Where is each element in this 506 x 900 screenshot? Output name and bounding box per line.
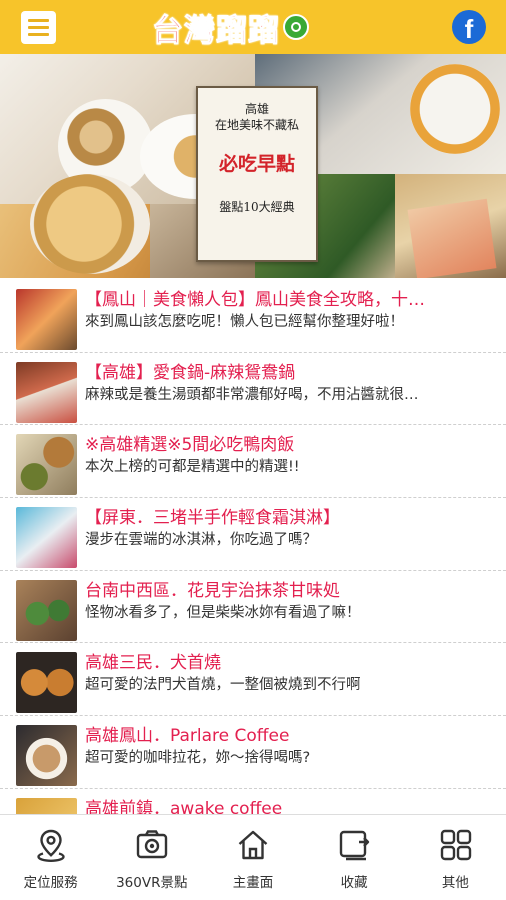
- article-thumbnail: [16, 797, 77, 814]
- article-subtitle: 漫步在雲端的冰淇淋，你吃過了嗎？: [85, 532, 317, 549]
- article-thumbnail: [16, 289, 77, 350]
- article-thumbnail: [16, 652, 77, 714]
- logo-text: 台灣蹓蹓: [152, 12, 280, 49]
- list-item[interactable]: 高雄前鎮．awake coffee: [0, 789, 506, 814]
- list-item[interactable]: 高雄三民．犬首燒超可愛的法門犬首燒，一整個被燒到不行啊: [0, 643, 506, 717]
- article-thumbnail: [16, 725, 77, 787]
- article-title: 高雄三民．犬首燒: [85, 653, 221, 674]
- article-title: 【鳳山｜美食懶人包】鳳山美食全攻略，十…: [85, 290, 425, 310]
- article-subtitle: 超可愛的咖啡拉花，妳～捨得喝嗎?: [85, 750, 311, 767]
- grid-icon: [440, 829, 471, 861]
- logo-badge-icon: [283, 14, 309, 40]
- toast-image: [407, 198, 497, 278]
- sign-line: 在地美味不藏私: [214, 118, 299, 132]
- tab-home[interactable]: 主畫面: [202, 815, 303, 900]
- sign-title: 必吃早點: [218, 153, 295, 175]
- article-title: 高雄前鎮．awake coffee: [85, 798, 283, 814]
- sign-line: 高雄: [244, 102, 269, 116]
- article-title: 【高雄】愛食鍋-麻辣鴛鴦鍋: [85, 362, 296, 383]
- tab-other[interactable]: 其他: [405, 815, 506, 900]
- list-item[interactable]: 台南中西區．花見宇治抹茶甘味処怪物冰看多了，但是柴柴冰妳有看過了嘛！: [0, 571, 506, 644]
- article-title: 台南中西區．花見宇治抹茶甘味処: [85, 580, 340, 601]
- tab-360vr[interactable]: 360VR景點: [101, 815, 202, 900]
- article-thumbnail: [16, 507, 77, 569]
- tab-favorites[interactable]: 收藏: [304, 815, 405, 900]
- app-header: 台灣蹓蹓 f: [0, 0, 506, 54]
- list-item[interactable]: 高雄鳳山．Parlare Coffee 超可愛的咖啡拉花，妳～捨得喝嗎?: [0, 716, 506, 789]
- article-thumbnail: [16, 361, 77, 423]
- hamburger-menu-icon[interactable]: [21, 11, 56, 44]
- article-thumbnail: [16, 579, 77, 641]
- facebook-icon[interactable]: f: [452, 10, 486, 44]
- article-thumbnail: [16, 434, 77, 496]
- tab-label: 收藏: [340, 875, 368, 891]
- article-title: 【屏東．三堵半手作輕食霜淇淋】: [85, 508, 340, 529]
- list-item[interactable]: ※高雄精選※5間必吃鴨肉飯本次上榜的可都是精選中的精選!!: [0, 425, 506, 499]
- article-subtitle: 怪物冰看多了，但是柴柴冰妳有看過了嘛！: [85, 604, 361, 621]
- banner-sign: 高雄 在地美味不藏私 必吃早點 盤點10大經典: [196, 86, 318, 262]
- tab-label: 360VR景點: [116, 875, 188, 891]
- bottom-tab-bar: 定位服務 360VR景點 主畫面 收藏 其他: [0, 814, 506, 900]
- camera-icon: [136, 830, 168, 859]
- location-pin-icon: [37, 829, 65, 862]
- bookmark-share-icon: [339, 830, 369, 861]
- list-item[interactable]: 【屏東．三堵半手作輕食霜淇淋】漫步在雲端的冰淇淋，你吃過了嗎？: [0, 498, 506, 571]
- dish-image: [30, 174, 150, 274]
- list-item[interactable]: 【高雄】愛食鍋-麻辣鴛鴦鍋麻辣或是養生湯頭都非常濃郁好喝，不用沾醬就很…: [0, 353, 506, 426]
- article-subtitle: 來到鳳山該怎麼吃呢！懶人包已經幫你整理好啦！: [85, 314, 404, 330]
- article-title: ※高雄精選※5間必吃鴨肉飯: [85, 435, 295, 456]
- home-icon: [239, 830, 268, 860]
- article-subtitle: 超可愛的法門犬首燒，一整個被燒到不行啊: [85, 677, 361, 694]
- dish-image: [410, 64, 500, 154]
- list-item[interactable]: 【鳳山｜美食懶人包】鳳山美食全攻略，十… 來到鳳山該怎麼吃呢！懶人包已經幫你整理好…: [0, 280, 506, 353]
- article-list: 【鳳山｜美食懶人包】鳳山美食全攻略，十… 來到鳳山該怎麼吃呢！懶人包已經幫你整理好…: [0, 280, 506, 814]
- sign-footer: 盤點10大經典: [219, 200, 295, 214]
- article-subtitle: 本次上榜的可都是精選中的精選!!: [85, 459, 300, 476]
- tab-label: 其他: [441, 875, 469, 891]
- banner-carousel[interactable]: 高雄 在地美味不藏私 必吃早點 盤點10大經典 ‹ ›: [0, 54, 506, 278]
- article-title: 高雄鳳山．Parlare Coffee: [85, 726, 290, 747]
- tab-label: 主畫面: [232, 875, 274, 891]
- tab-label: 定位服務: [23, 875, 78, 891]
- app-logo[interactable]: 台灣蹓蹓: [152, 6, 309, 49]
- article-subtitle: 麻辣或是養生湯頭都非常濃郁好喝，不用沾醬就很…: [85, 386, 419, 403]
- tab-location-service[interactable]: 定位服務: [0, 815, 101, 900]
